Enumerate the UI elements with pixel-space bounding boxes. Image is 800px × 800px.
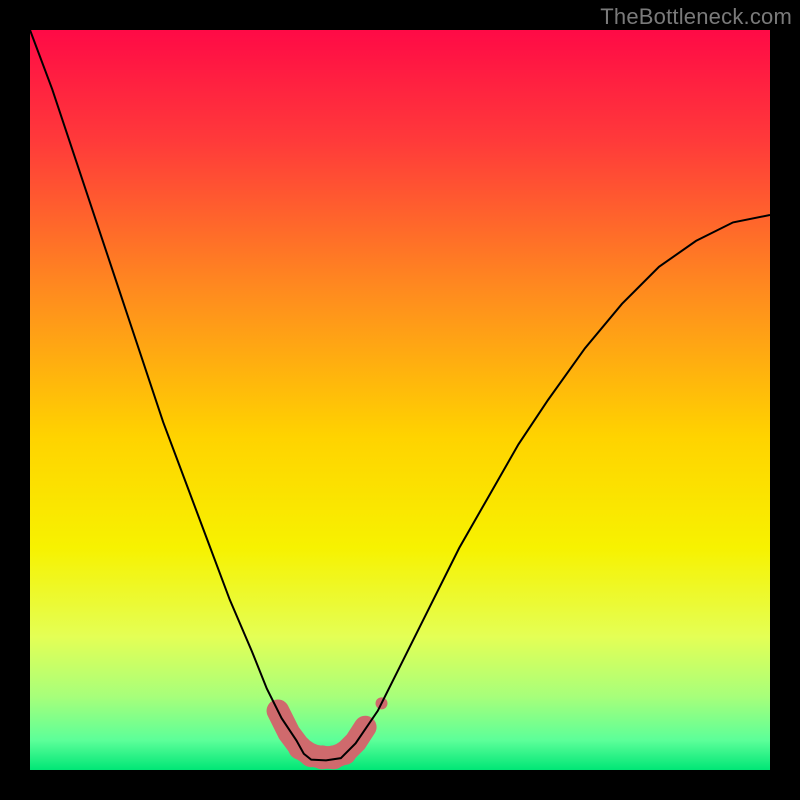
chart-frame: TheBottleneck.com [0,0,800,800]
plot-area [30,30,770,770]
gradient-background [30,30,770,770]
watermark-text: TheBottleneck.com [600,4,792,30]
chart-svg [30,30,770,770]
